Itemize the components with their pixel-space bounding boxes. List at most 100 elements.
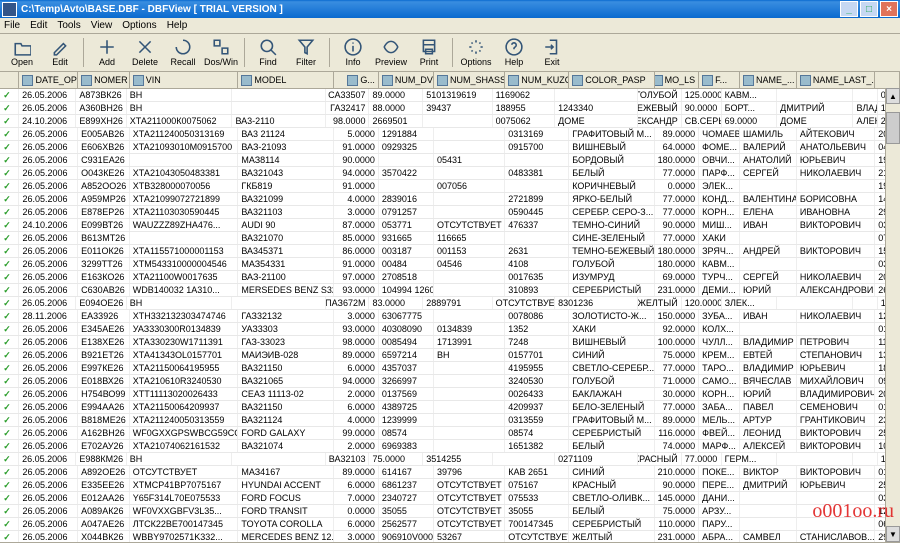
table-row[interactable]: ✓26.05.2006А852ОО26ХТВ328000070056ГКБ819… xyxy=(0,180,900,193)
col-header[interactable]: NAME_... xyxy=(740,72,797,88)
table-row[interactable]: ✓26.05.2006Е606ХВ26XTA21093010M0915700ВА… xyxy=(0,141,900,154)
cell: ОТСУТСТВУЕТ xyxy=(505,531,569,542)
cell: УАЗ3303 xyxy=(238,323,334,335)
toolbar-exit[interactable]: Exit xyxy=(534,36,570,69)
table-row[interactable]: ✓26.05.2006А360ВН26ВНГА3241788.000039437… xyxy=(0,102,900,115)
col-header[interactable]: DATE_OP xyxy=(19,72,78,88)
row-marker: ✓ xyxy=(0,193,19,205)
cell: 2889791 xyxy=(423,297,492,309)
table-row[interactable]: ✓26.05.2006З299ТТ26ХТМ543310000004546МАЗ… xyxy=(0,258,900,271)
col-header[interactable] xyxy=(875,72,900,88)
toolbar-filter[interactable]: Filter xyxy=(288,36,324,69)
toolbar-open[interactable]: Open xyxy=(4,36,40,69)
col-header[interactable]: NUM_DVIG xyxy=(379,72,434,88)
toolbar-info[interactable]: Info xyxy=(335,36,371,69)
table-row[interactable]: ✓26.05.2006Е997КЕ26ХТА21150064195955ВА32… xyxy=(0,362,900,375)
menu-tools[interactable]: Tools xyxy=(57,20,80,31)
vertical-scrollbar[interactable]: ▲ ▼ xyxy=(885,88,900,542)
scroll-up-arrow[interactable]: ▲ xyxy=(886,88,900,104)
cell xyxy=(493,453,555,465)
col-header[interactable]: NUM_SHASSY xyxy=(434,72,505,88)
table-row[interactable]: ✓26.05.2006А047АЕ26ЛТСК22ВЕ700147345TOYO… xyxy=(0,518,900,531)
table-row[interactable]: ✓26.05.2006Е988КМ26ВНВА3210375.000035142… xyxy=(0,453,900,466)
toolbar-find[interactable]: Find xyxy=(250,36,286,69)
cell: ЖЕЛТЫЙ xyxy=(569,531,654,542)
col-header[interactable]: NOMER xyxy=(78,72,130,88)
check-icon: ✓ xyxy=(3,168,13,178)
close-button[interactable]: × xyxy=(880,1,898,17)
table-row[interactable]: ✓26.05.2006С931ЕА26МАЗ811490.000005431БО… xyxy=(0,154,900,167)
cell: ОТСУТСТВУЕТ xyxy=(130,466,239,478)
cell: Е606ХВ26 xyxy=(78,141,130,153)
col-header[interactable]: NAME_LAST_... xyxy=(797,72,875,88)
table-row[interactable]: ✓26.05.2006А892ОЕ26ОТСУТСТВУЕТМАЗ416789.… xyxy=(0,466,900,479)
table-row[interactable]: ✓26.05.2006Х044ВК26WBBY9702571K332...MER… xyxy=(0,531,900,542)
table-row[interactable]: ✓26.05.2006С630АВ26WDB140032 1A310...MER… xyxy=(0,284,900,297)
toolbar-print[interactable]: Print xyxy=(411,36,447,69)
table-row[interactable]: ✓26.05.2006О043КЕ26ХТА21043050483381ВА32… xyxy=(0,167,900,180)
table-row[interactable]: ✓26.05.2006А873ВК26ВНСА3350789.000051013… xyxy=(0,89,900,102)
col-header[interactable]: VIN xyxy=(130,72,239,88)
table-row[interactable]: ✓26.05.2006Е011ОК26ХТА115571000001153ВА3… xyxy=(0,245,900,258)
toolbar-delete[interactable]: Delete xyxy=(127,36,163,69)
cell: 26.05.2006 xyxy=(19,336,78,348)
col-header[interactable]: F... xyxy=(699,72,740,88)
cell: Е011ОК26 xyxy=(78,245,130,257)
maximize-button[interactable]: □ xyxy=(860,1,878,17)
table-row[interactable]: ✓26.05.2006Е138ХЕ26ХТА330230W1711391ГАЗ-… xyxy=(0,336,900,349)
col-header[interactable]: G... xyxy=(334,72,378,88)
toolbar-recall[interactable]: Recall xyxy=(165,36,201,69)
cell xyxy=(797,505,875,517)
table-row[interactable]: ✓26.05.2006Е163КО26XTA21100W0017635ВАЗ-2… xyxy=(0,271,900,284)
table-row[interactable]: ✓26.05.2006Е335ЕЕ26ХТМСР41ВР7075167HYUND… xyxy=(0,479,900,492)
menu-file[interactable]: File xyxy=(4,20,20,31)
cell: ТЕМНО-БЕЖЕВЫЙ xyxy=(569,245,654,257)
table-row[interactable]: ✓26.05.2006Е005АВ26ХТА211240050313169ВА3… xyxy=(0,128,900,141)
table-row[interactable]: ✓24.10.2006Е099ВТ26WAUZZZ89ZHA476...AUDI… xyxy=(0,219,900,232)
menu-edit[interactable]: Edit xyxy=(30,20,47,31)
table-row[interactable]: ✓26.05.2006Е878ЕР26ХТА21103030590445ВА32… xyxy=(0,206,900,219)
column-icon xyxy=(347,75,358,86)
col-header[interactable] xyxy=(0,72,19,88)
table-row[interactable]: ✓26.05.2006А959МР26ХТА21099072721899ВА32… xyxy=(0,193,900,206)
menu-help[interactable]: Help xyxy=(167,20,188,31)
toolbar-preview[interactable]: Preview xyxy=(373,36,409,69)
grid-body[interactable]: ✓26.05.2006А873ВК26ВНСА3350789.000051013… xyxy=(0,89,900,542)
col-header[interactable]: MO_LS xyxy=(655,72,699,88)
col-header[interactable]: MODEL xyxy=(238,72,334,88)
table-row[interactable]: ✓26.05.2006Н754ВО99ХТТ11113020026433СЕАЗ… xyxy=(0,388,900,401)
cell: 110.0000 xyxy=(655,518,699,530)
toolbar-options[interactable]: Options xyxy=(458,36,494,69)
cell xyxy=(434,401,505,413)
toolbar-help[interactable]: Help xyxy=(496,36,532,69)
table-row[interactable]: ✓26.05.2006Е345АЕ26УАЗ330300R0134839УАЗ3… xyxy=(0,323,900,336)
col-header[interactable]: NUM_KUZOV xyxy=(505,72,569,88)
table-row[interactable]: ✓26.05.2006Е012АА26Y65F314L70E075533FORD… xyxy=(0,492,900,505)
cell: ПОКЕ... xyxy=(699,466,740,478)
toolbar-add[interactable]: Add xyxy=(89,36,125,69)
table-row[interactable]: ✓26.05.2006А162ВН26WF0GXXGPSWBCG59CG0FOR… xyxy=(0,427,900,440)
table-row[interactable]: ✓26.05.2006Е702АУ26ХТА21074062161532ВА32… xyxy=(0,440,900,453)
cell: 0915700 xyxy=(505,141,569,153)
table-row[interactable]: ✓26.05.2006Е994АА26ХТА21150064209937ВА32… xyxy=(0,401,900,414)
table-row[interactable]: ✓26.05.2006А089АК26WF0VXXGBFV3L35...FORD… xyxy=(0,505,900,518)
toolbar-doswin[interactable]: Dos/Win xyxy=(203,36,239,69)
table-row[interactable]: ✓26.05.2006В818МЕ26ХТА211240050313559ВА3… xyxy=(0,414,900,427)
cell: ХТА211240050313169 xyxy=(130,128,239,140)
table-row[interactable]: ✓26.05.2006Е018ВХ26ХТА210610R3240530ВА32… xyxy=(0,375,900,388)
menu-options[interactable]: Options xyxy=(122,20,156,31)
check-icon: ✓ xyxy=(3,220,13,230)
scroll-thumb[interactable] xyxy=(886,112,900,144)
table-row[interactable]: ✓28.11.2006ЕА33926ХТН332132303474746ГАЗ3… xyxy=(0,310,900,323)
minimize-button[interactable]: _ xyxy=(840,1,858,17)
table-row[interactable]: ✓26.05.2006В613МТ26ВА32107085.0000931665… xyxy=(0,232,900,245)
menu-view[interactable]: View xyxy=(91,20,113,31)
check-icon: ✓ xyxy=(3,493,13,503)
col-header[interactable]: COLOR_PASP xyxy=(569,72,654,88)
toolbar-edit[interactable]: Edit xyxy=(42,36,78,69)
cell: МАЗ8114 xyxy=(238,154,334,166)
table-row[interactable]: ✓26.05.2006В921ЕТ26ХТА41343OL0157701МАИЭ… xyxy=(0,349,900,362)
table-row[interactable]: ✓24.10.2006Е899ХН26ХТА211000К0075062ВА3-… xyxy=(0,115,900,128)
scroll-down-arrow[interactable]: ▼ xyxy=(886,526,900,542)
table-row[interactable]: ✓26.05.2006Е094ОЕ26ВНПАЗ672М83.000028897… xyxy=(0,297,900,310)
